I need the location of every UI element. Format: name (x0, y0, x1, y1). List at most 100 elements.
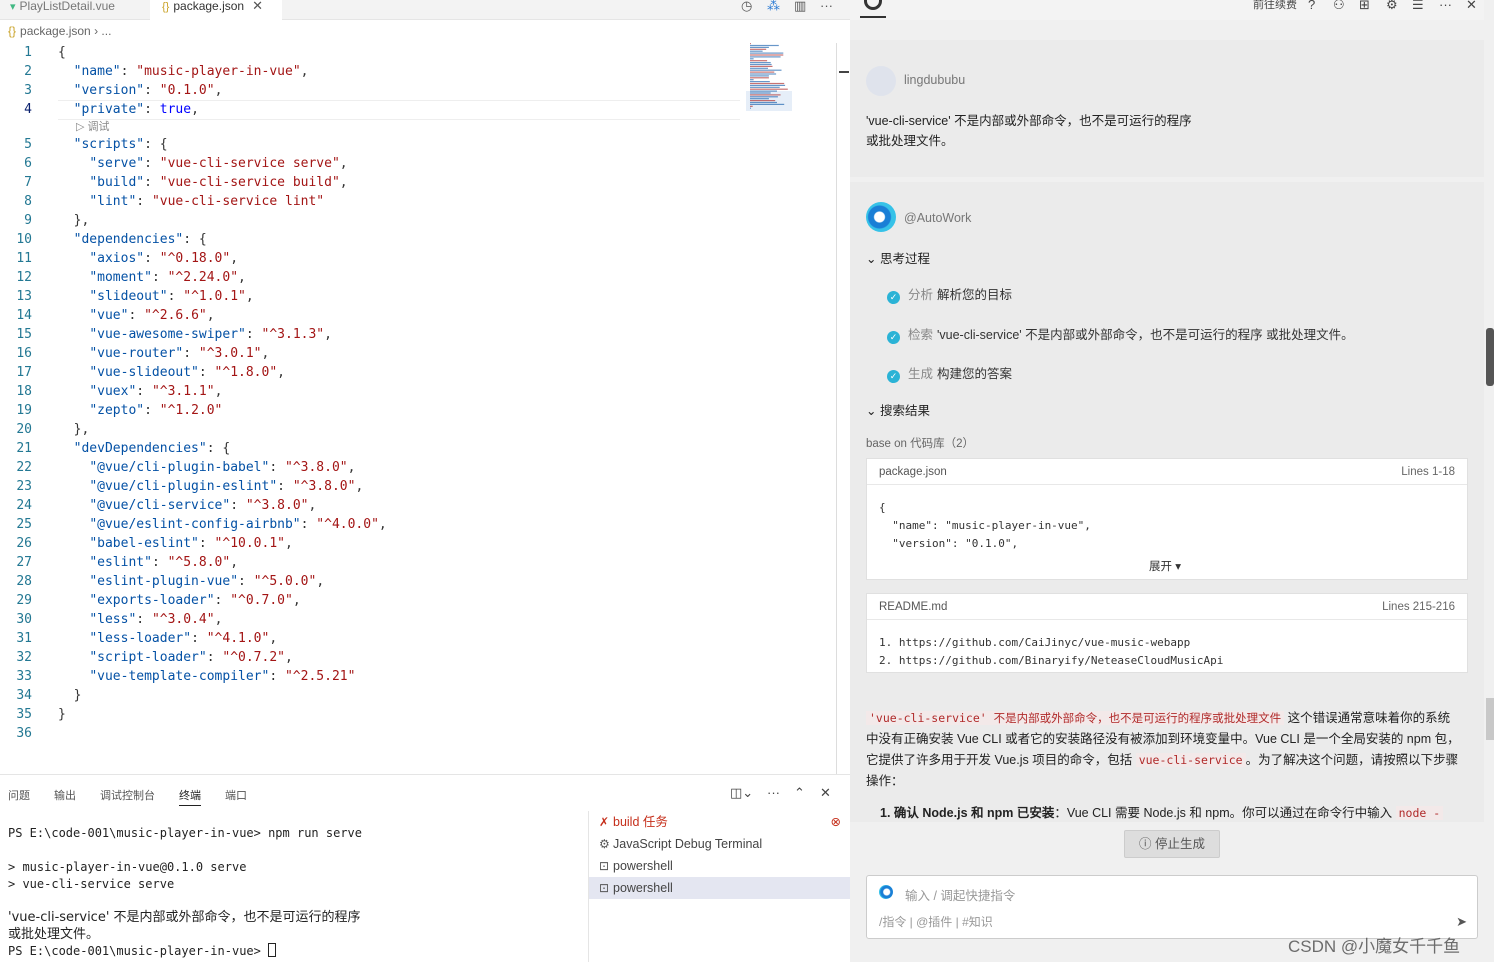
terminal-item-label: powershell (613, 859, 673, 873)
line-number: 24 (16, 498, 32, 513)
step-text: 解析您的目标 (937, 288, 1013, 302)
timeline-icon[interactable]: ◷ (741, 0, 752, 12)
user-name: lingdububu (904, 73, 966, 87)
terminal-item-powershell-selected[interactable]: ⊡ powershell (589, 877, 851, 899)
tab-problems[interactable]: 问题 (8, 787, 30, 803)
more-actions-icon[interactable]: ··· (820, 0, 833, 12)
code-line: 8 "lint": "vue-cli-service lint" (0, 192, 740, 211)
user-switch-icon[interactable]: ⚇ (1333, 0, 1345, 11)
line-number: 2 (24, 64, 32, 79)
search-results-title: 搜索结果 (879, 404, 930, 418)
split-editor-icon[interactable]: ▥ (794, 0, 806, 12)
delete-terminal-icon[interactable]: ⊗ (831, 811, 841, 833)
result-code-line: 2. https://github.com/Binaryify/NeteaseC… (879, 654, 1224, 667)
json-file-icon: {} (162, 1, 170, 13)
code-line: 31 "less-loader": "^4.1.0", (0, 629, 740, 648)
close-icon[interactable]: ✕ (252, 0, 263, 13)
terminal-item-powershell[interactable]: ⊡ powershell (589, 855, 851, 877)
code-line: 5 "scripts": { (0, 135, 740, 154)
list-icon[interactable]: ☰ (1412, 0, 1424, 11)
app-window: ▾ PlayListDetail.vue {} package.json ✕ ◷ ⁂ … (0, 0, 1494, 962)
tab-package-json[interactable]: {} package.json ✕ (150, 0, 282, 20)
code-line: 16 "vue-router": "^3.0.1", (0, 344, 740, 363)
tab-terminal[interactable]: 终端 (179, 787, 201, 806)
help-icon[interactable]: ? (1308, 0, 1315, 11)
line-number: 5 (24, 137, 32, 152)
terminal-item-build[interactable]: ✗ build 任务 ⊗ (589, 811, 851, 833)
close-icon[interactable]: ✕ (1466, 0, 1477, 11)
line-number: 9 (24, 213, 32, 228)
minimap-line (750, 82, 785, 85)
code-text: } (58, 688, 82, 703)
more-actions-icon[interactable]: ··· (767, 785, 780, 800)
minimap-line (750, 88, 788, 90)
code-text: "@vue/cli-plugin-eslint": "^3.8.0", (89, 479, 364, 494)
code-line: 10 "dependencies": { (0, 230, 740, 249)
check-icon: ✓ (887, 370, 900, 383)
tab-debug-console[interactable]: 调试控制台 (100, 787, 155, 803)
minimap-line (750, 81, 770, 83)
scroll-thumb[interactable] (1486, 698, 1494, 740)
renew-link[interactable]: 前往续费 (1253, 0, 1297, 11)
chat-scrollbar[interactable] (1484, 0, 1494, 962)
chat-input[interactable]: 输入 / 调起快捷指令 /指令 | @插件 | #知识 ➤ (866, 875, 1478, 939)
minimap[interactable] (746, 43, 792, 113)
layout-icon[interactable]: ⊞ (1359, 0, 1370, 11)
result-header: README.md Lines 215-216 (867, 594, 1467, 620)
thinking-step: ✓ 检索'vue-cli-service' 不是内部或外部命令，也不是可运行的程序… (887, 324, 1354, 344)
minimap-line (750, 90, 777, 92)
terminal-item-js-debug[interactable]: ⚙ JavaScript Debug Terminal (589, 833, 851, 855)
code-text: "vue": "^2.6.6", (89, 308, 215, 323)
more-actions-icon[interactable]: ··· (1439, 0, 1452, 11)
expand-button[interactable]: 展开 ▾ (1149, 558, 1181, 574)
code-text: "scripts": { (73, 137, 168, 152)
code-text: "name": "music-player-in-vue", (73, 64, 309, 79)
code-line: 30 "less": "^3.0.4", (0, 610, 740, 629)
minimap-line (750, 100, 776, 102)
minimap-line (750, 96, 778, 98)
code-line: 24 "@vue/cli-service": "^3.8.0", (0, 496, 740, 515)
code-text: "@vue/cli-service": "^3.8.0", (89, 498, 317, 513)
answer-paragraph: 'vue-cli-service' 不是内部或外部命令，也不是可运行的程序或批处… (866, 708, 1462, 792)
breadcrumb[interactable]: {} package.json › ... (8, 24, 111, 38)
close-panel-icon[interactable]: ✕ (820, 785, 831, 801)
tab-label: PlayListDetail.vue (19, 0, 115, 13)
split-terminal-icon[interactable]: ◫⌄ (730, 785, 753, 801)
line-number: 1 (24, 45, 32, 60)
code-text: "axios": "^0.18.0", (89, 251, 239, 266)
chat-input-tools[interactable]: /指令 | @插件 | #知识 (879, 913, 993, 930)
search-result-card[interactable]: README.md Lines 215-216 1. https://github… (866, 593, 1468, 673)
minimap-line (750, 107, 751, 109)
line-number: 14 (16, 308, 32, 323)
code-line: 3 "version": "0.1.0", (0, 81, 740, 100)
code-line: 23 "@vue/cli-plugin-eslint": "^3.8.0", (0, 477, 740, 496)
bot-avatar (866, 202, 896, 232)
thinking-section-toggle[interactable]: ⌄ 思考过程 (866, 248, 930, 267)
editor-scrollbar[interactable] (836, 43, 850, 774)
chat-toolbar: 前往续费 ? ⚇ ⊞ ⚙ ☰ ··· ✕ (850, 0, 1494, 20)
minimap-line (750, 54, 784, 56)
minimap-line (750, 56, 781, 58)
tab-ports[interactable]: 端口 (225, 787, 247, 803)
code-line: 21 "devDependencies": { (0, 439, 740, 458)
debug-codelens[interactable]: ▷ 调试 (76, 118, 110, 134)
search-result-card[interactable]: package.json Lines 1-18 { "name": "music-… (866, 458, 1468, 580)
code-text: "vue-router": "^3.0.1", (89, 346, 270, 361)
graph-icon[interactable]: ⁂ (767, 0, 780, 12)
line-number: 7 (24, 175, 32, 190)
breadcrumb-file: package.json (20, 24, 91, 38)
line-number: 3 (24, 83, 32, 98)
send-icon[interactable]: ➤ (1456, 914, 1467, 930)
minimap-line (750, 62, 771, 64)
code-line: 4 "private": true, (0, 100, 740, 119)
tab-playlistdetail[interactable]: ▾ PlayListDetail.vue (4, 0, 146, 20)
tab-output[interactable]: 输出 (54, 787, 76, 803)
code-line: 7 "build": "vue-cli-service build", (0, 173, 740, 192)
stop-generation-button[interactable]: ⓘ 停止生成 (1124, 830, 1220, 858)
chevron-down-icon: ⌄ (866, 252, 880, 266)
settings-icon[interactable]: ⚙ (1386, 0, 1398, 11)
maximize-panel-icon[interactable]: ⌃ (794, 785, 805, 801)
search-results-toggle[interactable]: ⌄ 搜索结果 (866, 400, 930, 419)
code-line: 19 "zepto": "^1.2.0" (0, 401, 740, 420)
code-text: "zepto": "^1.2.0" (89, 403, 223, 418)
